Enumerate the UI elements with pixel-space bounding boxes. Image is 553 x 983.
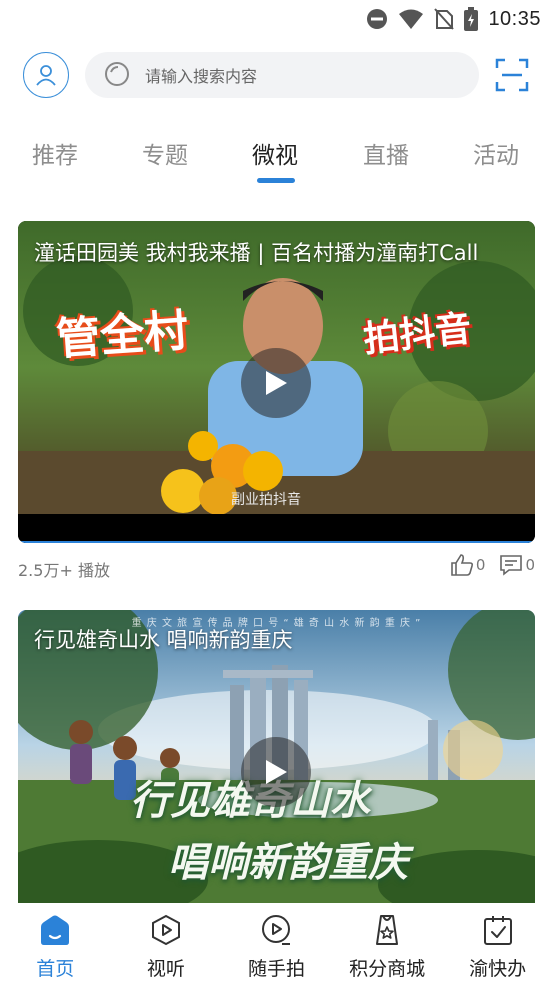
search-header: 请输入搜索内容 — [0, 50, 553, 102]
tab-topics[interactable]: 专题 — [142, 136, 188, 170]
tab-live[interactable]: 直播 — [363, 136, 409, 170]
nav-yukuaiban[interactable]: 渝快办 — [442, 903, 553, 983]
video-title: 潼话田园美 我村我来播 | 百名村播为潼南打Call — [34, 241, 479, 265]
nav-label: 积分商城 — [349, 958, 426, 980]
search-icon — [105, 62, 129, 86]
like-count: 0 — [475, 556, 486, 574]
play-hexagon-icon — [151, 914, 180, 946]
user-icon — [36, 65, 56, 86]
status-bar: 10:35 — [0, 0, 553, 38]
category-tabs: 推荐 专题 微视 直播 活动 — [0, 128, 553, 188]
video-meta-row: 2.5万+ 播放 0 0 — [18, 543, 535, 593]
comment-icon — [500, 555, 523, 576]
play-button[interactable] — [241, 737, 311, 807]
play-button[interactable] — [241, 348, 311, 418]
nav-label: 首页 — [36, 958, 75, 980]
active-tab-indicator — [257, 178, 295, 183]
nav-label: 视听 — [146, 958, 185, 980]
comment-count: 0 — [525, 556, 535, 574]
video-thumbnail[interactable]: 管全村 拍抖音 副业拍抖音 潼话田园美 我村我来播 | 百名村播为潼南打Call — [18, 221, 535, 543]
home-icon — [41, 915, 70, 945]
tab-micro-video[interactable]: 微视 — [252, 136, 298, 170]
comment-button[interactable]: 0 — [499, 553, 535, 577]
tab-events[interactable]: 活动 — [473, 136, 519, 170]
nav-label: 渝快办 — [469, 958, 527, 980]
shopping-bag-star-icon — [376, 915, 399, 945]
overlay-text-left: 管全村 — [54, 305, 190, 366]
search-input[interactable]: 请输入搜索内容 — [85, 52, 479, 98]
video-camera-icon — [262, 915, 291, 945]
nav-label: 随手拍 — [247, 958, 305, 980]
calligraphy-line-2: 唱响新韵重庆 — [168, 839, 408, 886]
status-time: 10:35 — [488, 7, 541, 30]
nav-points-mall[interactable]: 积分商城 — [332, 903, 443, 983]
status-icons: 10:35 — [366, 6, 541, 32]
do-not-disturb-icon — [367, 9, 388, 29]
play-icon — [266, 760, 287, 784]
video-thumbnail[interactable]: 重 庆 文 旅 宣 传 品 牌 口 号 “ 雄 奇 山 水 新 韵 重 庆 ” … — [18, 610, 535, 910]
tab-recommend[interactable]: 推荐 — [32, 136, 78, 170]
video-card[interactable]: 管全村 拍抖音 副业拍抖音 潼话田园美 我村我来播 | 百名村播为潼南打Call… — [18, 221, 535, 593]
scan-icon[interactable] — [495, 58, 529, 92]
play-icon — [266, 371, 287, 395]
user-avatar-button[interactable] — [23, 52, 69, 98]
thumbs-up-icon — [451, 554, 473, 576]
video-caption: 副业拍抖音 — [231, 492, 301, 508]
video-actions: 0 0 — [440, 553, 535, 577]
nav-audio-video[interactable]: 视听 — [111, 903, 222, 983]
clipboard-check-icon — [483, 916, 512, 945]
nav-home[interactable]: 首页 — [0, 903, 111, 983]
nav-snapshot[interactable]: 随手拍 — [221, 903, 332, 983]
view-count: 2.5万+ 播放 — [18, 561, 110, 580]
bottom-navigation: 首页 视听 随手拍 积分商城 渝快办 — [0, 903, 553, 983]
video-card[interactable]: 重 庆 文 旅 宣 传 品 牌 口 号 “ 雄 奇 山 水 新 韵 重 庆 ” … — [18, 610, 535, 910]
no-sim-icon — [434, 8, 455, 30]
wifi-icon — [399, 9, 424, 29]
search-placeholder: 请输入搜索内容 — [145, 67, 258, 86]
battery-icon — [464, 7, 479, 31]
video-title: 行见雄奇山水 唱响新韵重庆 — [34, 628, 293, 652]
like-button[interactable]: 0 — [450, 553, 486, 577]
